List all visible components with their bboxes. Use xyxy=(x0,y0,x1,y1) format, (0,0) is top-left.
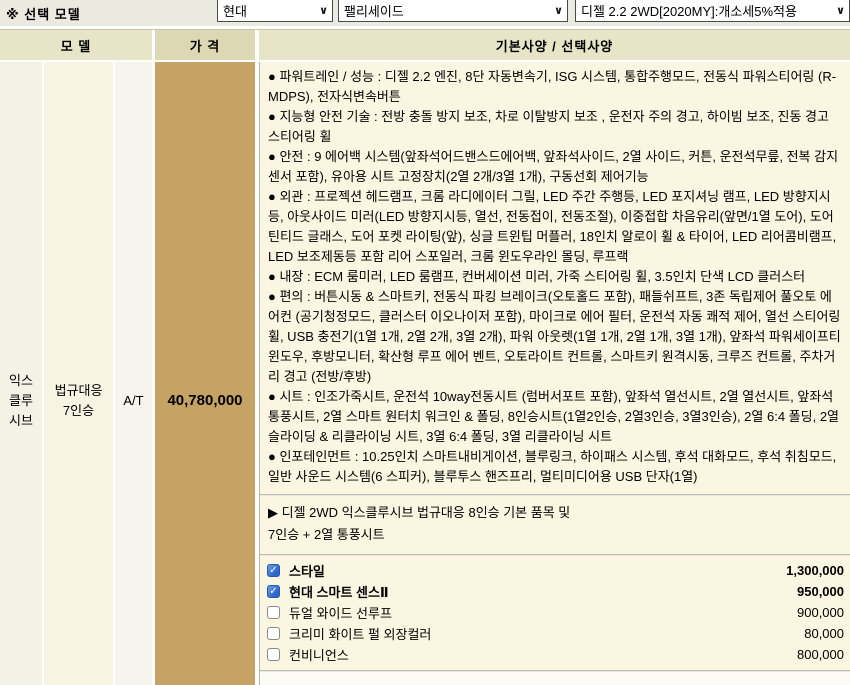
free-items-section: ※ 무료장착 항목 블랙박스 xyxy=(260,672,850,685)
trim-select[interactable]: 디젤 2.2 2WD[2020MY]:개소세5%적용 ∨ xyxy=(575,0,850,22)
cell-transmission: A/T xyxy=(115,62,155,685)
model-select[interactable]: 팰리세이드 ∨ xyxy=(338,0,568,22)
cell-price: 40,780,000 xyxy=(155,62,259,685)
option-label: 컨비니언스 xyxy=(289,648,349,663)
checkbox-checked-icon[interactable]: ✓ xyxy=(267,585,280,598)
cell-variant: 법규대응 7인승 xyxy=(44,62,115,685)
package-note-line1: ▶ 디젤 2WD 익스클루시브 법규대응 8인승 기본 품목 및 xyxy=(268,505,571,520)
brand-select[interactable]: 현대 ∨ xyxy=(217,0,333,22)
header-price: 가 격 xyxy=(155,30,259,60)
table-header: 모 델 가 격 기본사양 / 선택사양 xyxy=(0,29,850,60)
model-selector-label: ※ 선택 모델 xyxy=(6,7,81,22)
option-price: 900,000 xyxy=(797,605,844,620)
chevron-down-icon: ∨ xyxy=(836,5,845,17)
option-price: 800,000 xyxy=(797,647,844,662)
spec-paragraph: ● 내장 : ECM 룸미러, LED 룸램프, 컨버세이션 미러, 가죽 스티… xyxy=(268,269,806,284)
checkbox-icon[interactable] xyxy=(267,627,280,640)
brand-select-value: 현대 xyxy=(223,4,247,19)
option-price: 1,300,000 xyxy=(786,563,844,578)
spec-paragraph: ● 시트 : 인조가죽시트, 운전석 10way전동시트 (럼버서포트 포함),… xyxy=(268,389,840,444)
spec-paragraph: ● 안전 : 9 에어백 시스템(앞좌석어드밴스드에어백, 앞좌석사이드, 2열… xyxy=(268,149,839,184)
spec-paragraph: ● 편의 : 버튼시동 & 스마트키, 전동식 파킹 브레이크(오토홀드 포함)… xyxy=(268,289,841,384)
options-list: ✓ 스타일 1,300,000 ✓ 현대 스마트 센스Ⅱ 950,000 듀얼 와이드 선루… xyxy=(260,556,850,670)
model-selector-bar: ※ 선택 모델 현대 ∨ 팰리세이드 ∨ 디젤 2.2 2WD[2020MY]:… xyxy=(0,0,850,26)
option-label: 스타일 xyxy=(289,564,325,579)
chevron-down-icon: ∨ xyxy=(319,5,328,17)
option-row: 컨비니언스 800,000 xyxy=(267,644,846,665)
base-specs-list: ● 파워트레인 / 성능 : 디젤 2.2 엔진, 8단 자동변속기, ISG … xyxy=(260,62,850,494)
table-row: 익스클루시브 법규대응 7인승 A/T 40,780,000 ● 파워트레인 /… xyxy=(0,60,850,685)
option-price: 80,000 xyxy=(804,626,844,641)
package-note: ▶ 디젤 2WD 익스클루시브 법규대응 8인승 기본 품목 및 7인승 + 2… xyxy=(260,496,850,554)
option-row: ✓ 스타일 1,300,000 xyxy=(267,560,846,581)
trim-select-value: 디젤 2.2 2WD[2020MY]:개소세5%적용 xyxy=(581,4,797,19)
checkbox-icon[interactable] xyxy=(267,606,280,619)
cell-trim-name: 익스클루시브 xyxy=(0,62,44,685)
checkbox-icon[interactable] xyxy=(267,648,280,661)
spec-paragraph: ● 지능형 안전 기술 : 전방 충돌 방지 보조, 차로 이탈방지 보조 , … xyxy=(268,109,829,144)
cell-specs: ● 파워트레인 / 성능 : 디젤 2.2 엔진, 8단 자동변속기, ISG … xyxy=(259,62,850,685)
checkbox-checked-icon[interactable]: ✓ xyxy=(267,564,280,577)
package-note-line2: 7인승 + 2열 통풍시트 xyxy=(268,527,385,542)
option-label: 크리미 화이트 펄 외장컬러 xyxy=(289,627,432,642)
option-price: 950,000 xyxy=(797,584,844,599)
spec-paragraph: ● 외관 : 프로젝션 헤드램프, 크롬 라디에이터 그릴, LED 주간 주행… xyxy=(268,189,837,264)
chevron-down-icon: ∨ xyxy=(554,5,563,17)
option-row: 듀얼 와이드 선루프 900,000 xyxy=(267,602,846,623)
header-model: 모 델 xyxy=(0,30,155,60)
model-select-value: 팰리세이드 xyxy=(344,4,404,19)
spec-paragraph: ● 인포테인먼트 : 10.25인치 스마트내비게이션, 블루링크, 하이패스 … xyxy=(268,449,837,484)
option-row: ✓ 현대 스마트 센스Ⅱ 950,000 xyxy=(267,581,846,602)
option-row: 크리미 화이트 펄 외장컬러 80,000 xyxy=(267,623,846,644)
spec-paragraph: ● 파워트레인 / 성능 : 디젤 2.2 엔진, 8단 자동변속기, ISG … xyxy=(268,69,837,104)
option-label: 듀얼 와이드 선루프 xyxy=(289,606,392,621)
header-specs: 기본사양 / 선택사양 xyxy=(259,30,850,60)
option-label: 현대 스마트 센스Ⅱ xyxy=(289,585,389,600)
